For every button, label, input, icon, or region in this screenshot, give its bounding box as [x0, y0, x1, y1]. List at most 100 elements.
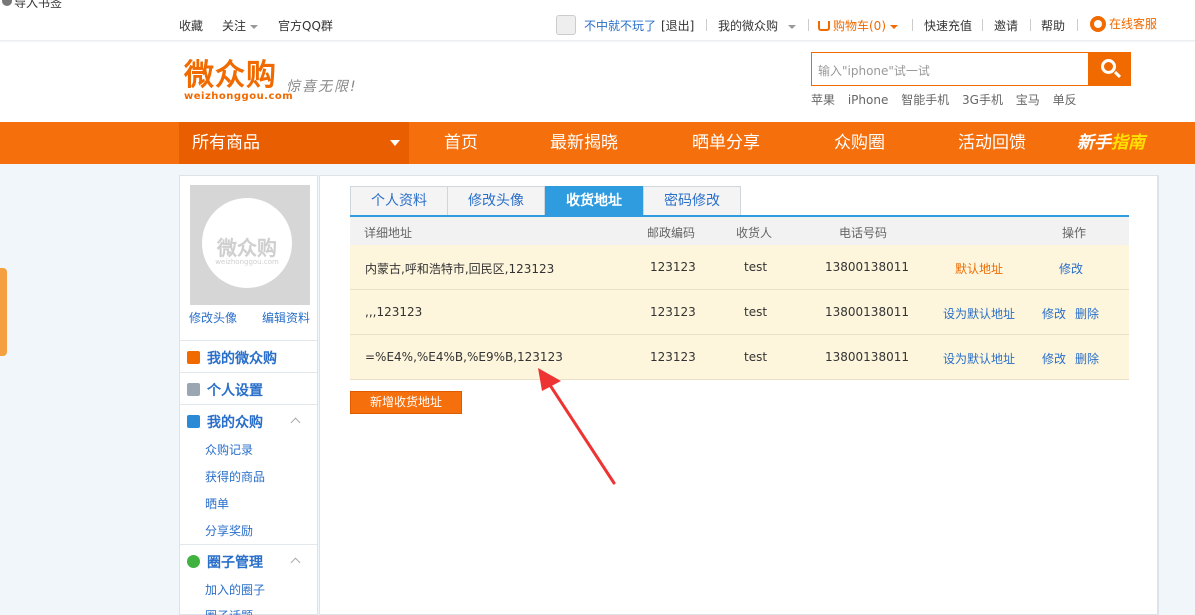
- nav-circle[interactable]: 众购圈: [834, 122, 885, 164]
- hot-keywords: 苹果 iPhone 智能手机 3G手机 宝马 单反: [811, 91, 1086, 108]
- cart-icon: [187, 415, 200, 428]
- online-service-link[interactable]: 在线客服: [1090, 15, 1157, 32]
- account-sidebar: 微众购 weizhonggou.com 修改头像 编辑资料 我的微众购 个人设置…: [179, 175, 318, 615]
- hot-keyword[interactable]: 宝马: [1016, 93, 1040, 107]
- invite-link[interactable]: 邀请: [994, 17, 1018, 34]
- address-panel: 个人资料 修改头像 收货地址 密码修改 详细地址 邮政编码 收货人 电话号码 操…: [319, 175, 1158, 615]
- table-header: 详细地址 邮政编码 收货人 电话号码 操作: [350, 217, 1129, 245]
- side-item-circle-topics[interactable]: 圈子话题: [205, 607, 253, 615]
- set-default-link[interactable]: 设为默认地址: [943, 305, 1015, 322]
- hot-keyword[interactable]: 智能手机: [901, 93, 949, 107]
- all-products-menu[interactable]: 所有商品: [179, 122, 409, 164]
- search-input[interactable]: 输入"iphone"试一试: [811, 52, 1089, 86]
- chevron-down-icon: [788, 24, 797, 29]
- col-actions: 操作: [1062, 226, 1087, 240]
- my-account-menu[interactable]: 我的微众购: [718, 17, 797, 34]
- logout-link[interactable]: [退出]: [661, 17, 694, 34]
- col-receiver: 收货人: [736, 226, 773, 240]
- site-logo[interactable]: 微众购 weizhonggou.com: [184, 60, 293, 102]
- nav-latest[interactable]: 最新揭晓: [550, 122, 618, 164]
- side-group-circle: 圈子管理 加入的圈子 圈子话题: [180, 544, 317, 615]
- side-item-share-reward[interactable]: 分享奖励: [205, 522, 253, 539]
- table-row: =%E4%,%E4%B,%E9%B,123123 123123 test 138…: [350, 335, 1129, 380]
- hot-keyword[interactable]: iPhone: [848, 93, 889, 107]
- side-item-share-order[interactable]: 晒单: [205, 495, 229, 512]
- online-service-label: 在线客服: [1109, 17, 1158, 31]
- hot-keyword[interactable]: 单反: [1053, 93, 1077, 107]
- all-products-label: 所有商品: [192, 133, 260, 153]
- tab-address[interactable]: 收货地址: [545, 186, 643, 216]
- annotation-arrow-icon: [538, 368, 616, 485]
- zip-cell: 123123: [650, 305, 696, 319]
- receiver-cell: test: [744, 350, 768, 364]
- divider: [1077, 19, 1078, 31]
- logo-domain: weizhonggou.com: [184, 91, 294, 102]
- delete-link[interactable]: 删除: [1075, 350, 1099, 367]
- edit-link[interactable]: 修改: [1042, 305, 1066, 322]
- cart-icon: [818, 21, 830, 31]
- edit-avatar-link[interactable]: 修改头像: [189, 309, 237, 326]
- set-default-link[interactable]: 设为默认地址: [943, 350, 1015, 367]
- top-bar: 收藏 关注 官方QQ群 不中就不玩了 [退出] 我的微众购 购物车(0) 快速充…: [0, 8, 1195, 41]
- chevron-up-icon[interactable]: [290, 417, 301, 428]
- side-group-my-purchase: 我的众购 众购记录 获得的商品 晒单 分享奖励: [180, 404, 317, 544]
- side-item-won-products[interactable]: 获得的商品: [205, 468, 265, 485]
- newbie-label: 新手: [1077, 133, 1111, 153]
- hot-keyword[interactable]: 苹果: [811, 93, 835, 107]
- col-address: 详细地址: [364, 226, 413, 240]
- divider: [706, 19, 707, 31]
- follow-menu[interactable]: 关注: [222, 17, 259, 34]
- recharge-link[interactable]: 快速充值: [924, 17, 972, 34]
- nav-share[interactable]: 晒单分享: [692, 122, 760, 164]
- tab-avatar[interactable]: 修改头像: [447, 186, 545, 216]
- address-cell: ,,,123123: [365, 305, 423, 319]
- receiver-cell: test: [744, 260, 768, 274]
- avatar[interactable]: 微众购 weizhonggou.com: [190, 185, 310, 305]
- side-group-my-account[interactable]: 我的微众购: [180, 340, 317, 372]
- side-group-title[interactable]: 我的众购: [207, 412, 263, 432]
- site-header: 微众购 weizhonggou.com 惊喜无限! 输入"iphone"试一试 …: [0, 42, 1195, 122]
- delete-link[interactable]: 删除: [1075, 305, 1099, 322]
- nav-newbie-guide[interactable]: 新手指南: [1077, 122, 1145, 164]
- chevron-up-icon[interactable]: [290, 557, 301, 568]
- cart-label: 购物车(0): [833, 19, 886, 33]
- add-address-button[interactable]: 新增收货地址: [350, 391, 462, 414]
- chevron-down-icon: [250, 24, 259, 29]
- favorite-link[interactable]: 收藏: [179, 17, 203, 34]
- edit-link[interactable]: 修改: [1042, 350, 1066, 367]
- qq-group-link[interactable]: 官方QQ群: [278, 17, 333, 34]
- bookmark-label[interactable]: 导入书签: [14, 0, 62, 8]
- username-link[interactable]: 不中就不玩了: [584, 17, 656, 34]
- divider: [982, 19, 983, 31]
- hot-keyword[interactable]: 3G手机: [962, 93, 1003, 107]
- receiver-cell: test: [744, 305, 768, 319]
- edit-profile-link[interactable]: 编辑资料: [262, 309, 310, 326]
- zip-cell: 123123: [650, 260, 696, 274]
- side-group-title[interactable]: 圈子管理: [207, 552, 263, 572]
- search-button[interactable]: [1088, 52, 1131, 86]
- side-group-settings[interactable]: 个人设置: [180, 372, 317, 404]
- floating-side-tab[interactable]: [0, 268, 7, 356]
- tab-password[interactable]: 密码修改: [643, 186, 741, 216]
- slogan: 惊喜无限!: [286, 79, 358, 95]
- table-row: 内蒙古,呼和浩特市,回民区,123123 123123 test 1380013…: [350, 245, 1129, 290]
- guide-label: 指南: [1111, 133, 1145, 153]
- divider: [1030, 19, 1031, 31]
- gear-icon: [187, 383, 200, 396]
- nav-events[interactable]: 活动回馈: [958, 122, 1026, 164]
- avatar-placeholder: 微众购 weizhonggou.com: [202, 198, 292, 288]
- help-link[interactable]: 帮助: [1041, 17, 1065, 34]
- address-cell: 内蒙古,呼和浩特市,回民区,123123: [365, 262, 555, 276]
- caret-down-icon: [390, 140, 400, 146]
- edit-link[interactable]: 修改: [1059, 260, 1083, 277]
- side-item-joined-circles[interactable]: 加入的圈子: [205, 581, 265, 598]
- avatar-logo-text: 微众购: [217, 236, 277, 260]
- divider: [912, 19, 913, 31]
- tab-profile[interactable]: 个人资料: [350, 186, 448, 216]
- cart-menu[interactable]: 购物车(0): [818, 17, 898, 34]
- user-avatar-small[interactable]: [556, 15, 576, 35]
- side-item-purchase-records[interactable]: 众购记录: [205, 441, 253, 458]
- side-group-title: 我的微众购: [207, 351, 277, 367]
- nav-home[interactable]: 首页: [444, 122, 478, 164]
- bookmark-icon: [2, 0, 12, 6]
